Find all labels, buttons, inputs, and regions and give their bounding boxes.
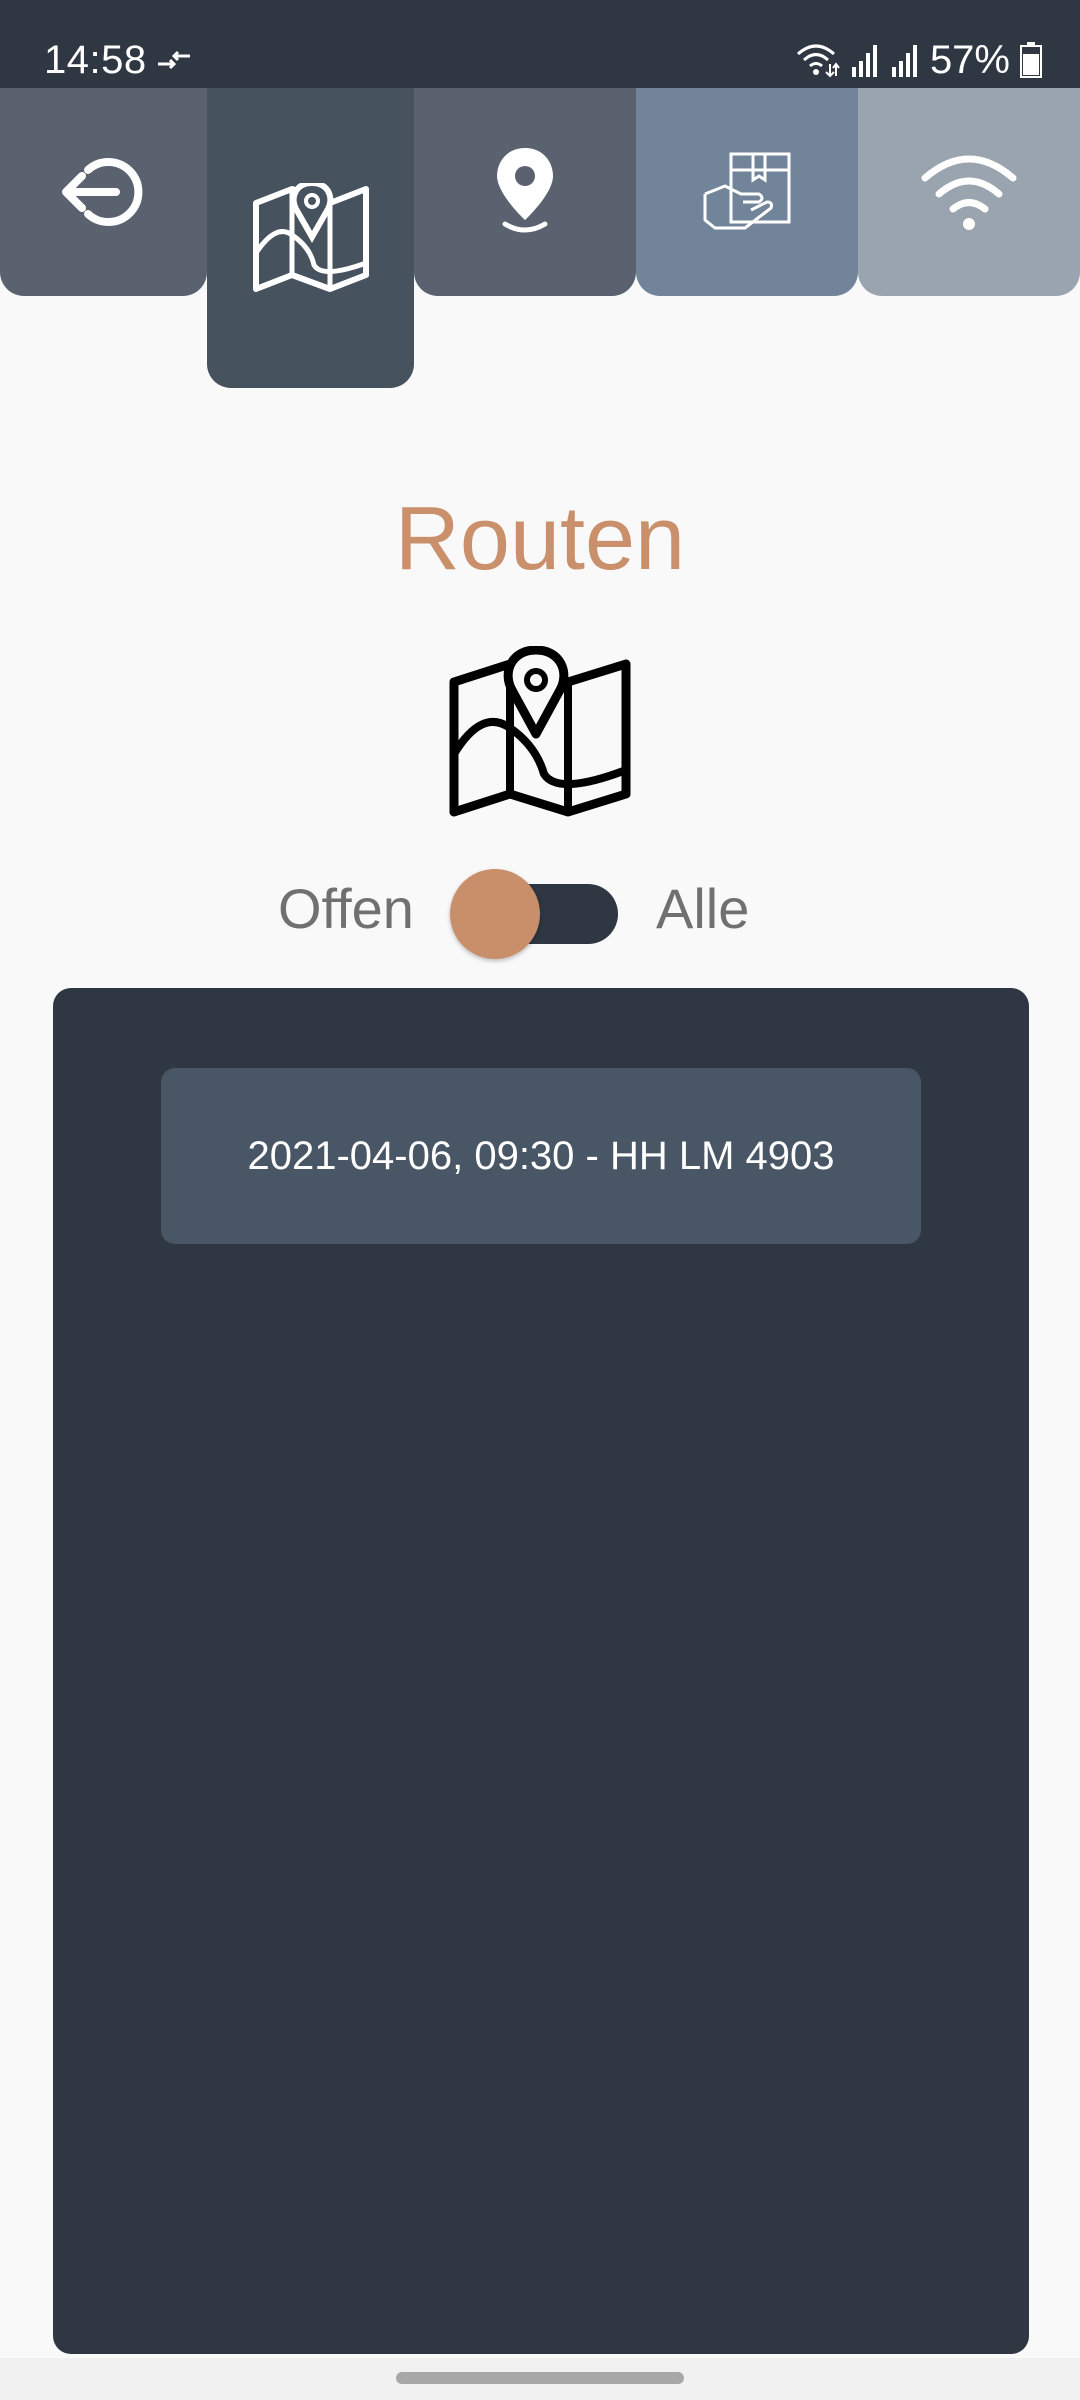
location-pin-icon <box>497 148 553 233</box>
wifi-icon <box>921 155 1017 230</box>
filter-all-label: Alle <box>656 877 750 940</box>
filter-toggle[interactable] <box>448 866 620 966</box>
package-delivery-icon <box>703 152 791 230</box>
logout-icon <box>61 158 142 226</box>
signal-icon <box>891 45 917 77</box>
battery-percent: 57% <box>929 37 1010 82</box>
status-time: 14:58 <box>44 38 147 82</box>
toggle-knob[interactable] <box>450 869 540 959</box>
wifi-calling-icon <box>796 44 840 78</box>
route-item-label: 2021-04-06, 09:30 - HH LM 4903 <box>247 1133 835 1178</box>
tab-routes[interactable] <box>207 88 414 388</box>
data-transfer-icon <box>158 50 190 70</box>
filter-open-label: Offen <box>278 877 414 940</box>
gesture-bar <box>0 2358 1080 2400</box>
map-icon <box>449 646 631 817</box>
page-title: Routen <box>394 489 686 589</box>
tab-delivery[interactable] <box>636 88 858 296</box>
route-item[interactable]: 2021-04-06, 09:30 - HH LM 4903 <box>161 1068 921 1244</box>
top-navigation <box>0 88 1080 388</box>
map-icon <box>252 183 369 292</box>
status-bar: 14:58 57% <box>0 0 1080 88</box>
tab-location[interactable] <box>414 88 636 296</box>
status-icons: 57% <box>796 36 1042 84</box>
route-list: 2021-04-06, 09:30 - HH LM 4903 <box>53 988 1029 2354</box>
signal-icon <box>851 45 877 77</box>
battery-icon <box>1020 42 1042 78</box>
tab-wifi[interactable] <box>858 88 1080 296</box>
gesture-handle[interactable] <box>396 2372 684 2384</box>
tab-logout[interactable] <box>0 88 207 296</box>
